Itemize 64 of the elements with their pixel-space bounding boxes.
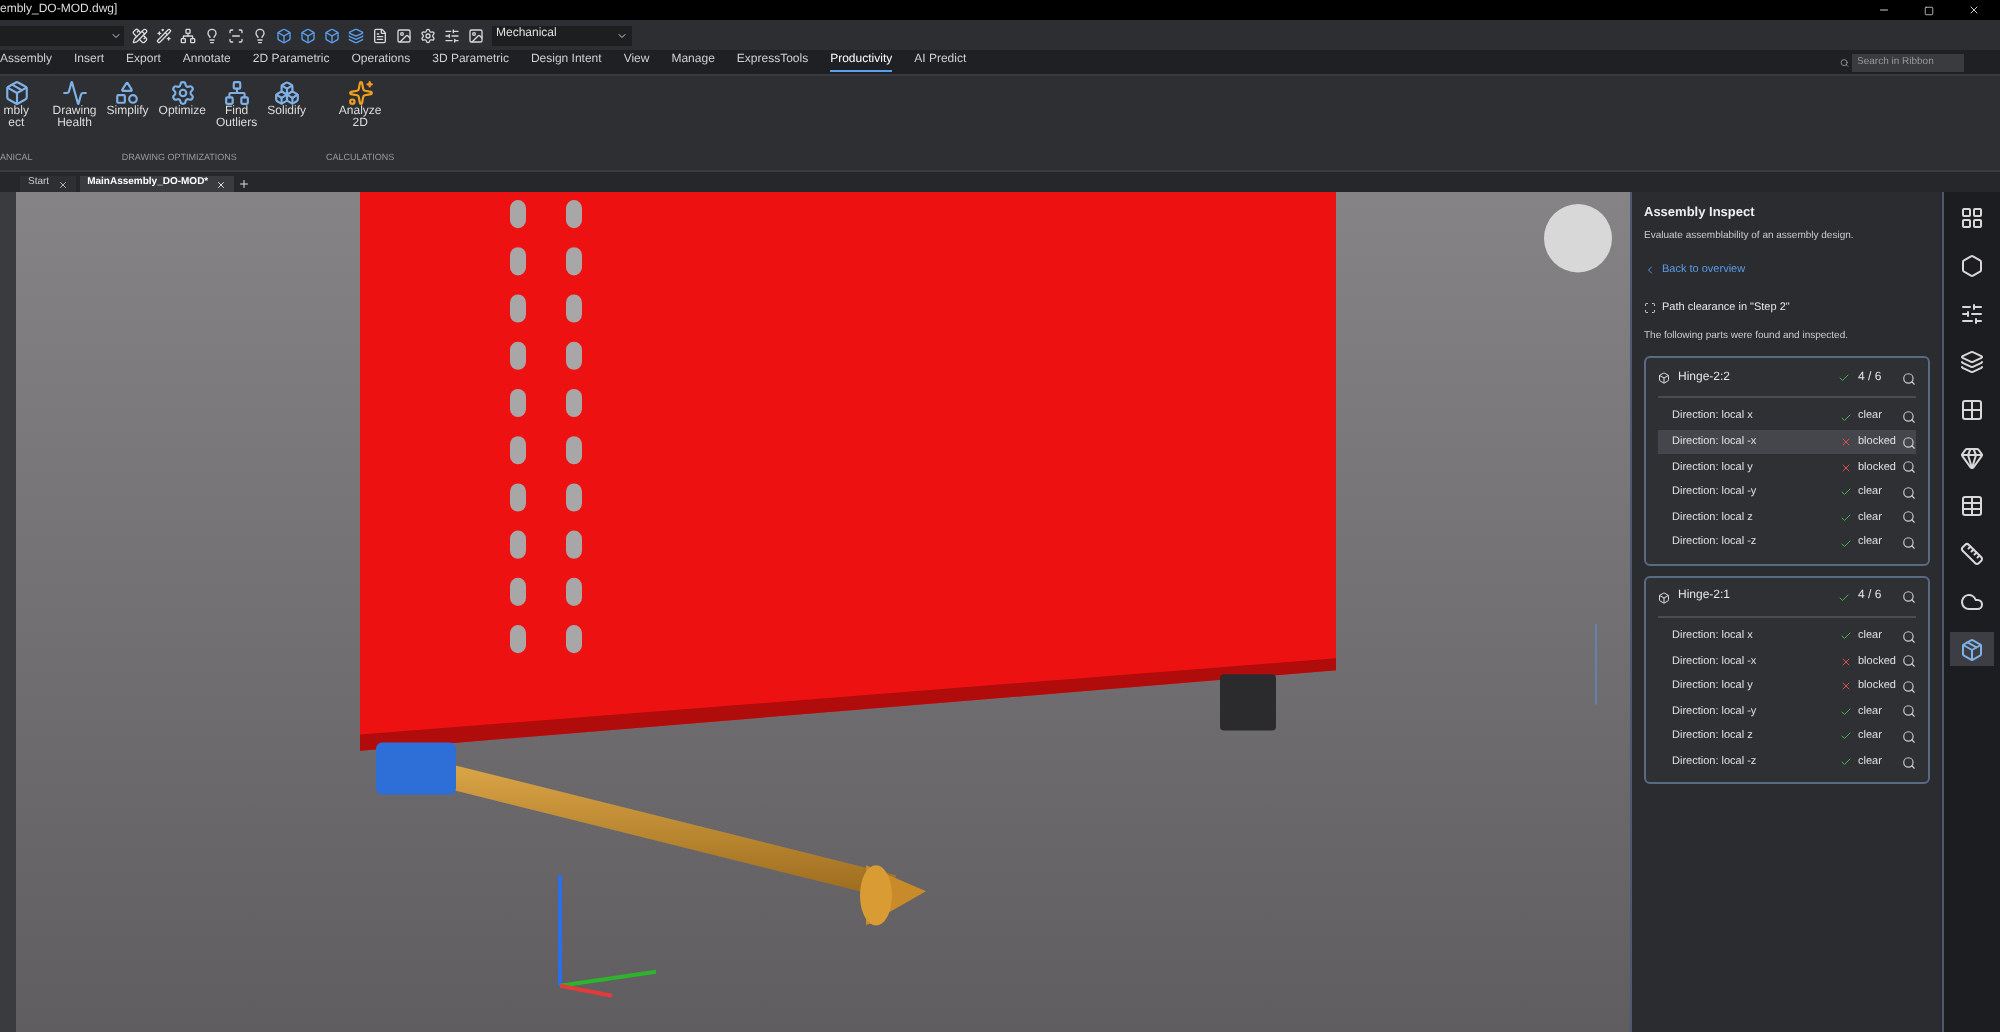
- tool-icon: [1960, 541, 1984, 565]
- check-icon: [1838, 591, 1850, 604]
- toolbar-icon[interactable]: [300, 27, 316, 43]
- toolbar-icon[interactable]: [444, 27, 460, 43]
- cube-icon: [1658, 372, 1670, 385]
- search-icon: [1840, 57, 1850, 67]
- cross-icon: [1840, 655, 1852, 668]
- toolbar-icon[interactable]: [372, 27, 388, 43]
- toolbar-icon[interactable]: [420, 27, 436, 43]
- restore-icon[interactable]: [1924, 5, 1934, 15]
- zoom-icon[interactable]: [1902, 435, 1916, 450]
- tool-icon: [114, 80, 141, 106]
- toolbar-icon[interactable]: [156, 27, 172, 43]
- tool-icon: [1960, 589, 1984, 613]
- caret-icon: [616, 29, 628, 41]
- tool-icon: [273, 80, 300, 106]
- zoom-icon[interactable]: [1902, 536, 1916, 551]
- tool-icon: [1960, 253, 1984, 277]
- check-icon: [1838, 372, 1850, 385]
- toolbar-icon[interactable]: [228, 27, 244, 43]
- tool-icon: [1960, 205, 1984, 229]
- toolbar-icon[interactable]: [252, 27, 268, 43]
- tool-icon: [347, 80, 374, 106]
- toolbar-icon[interactable]: [324, 27, 340, 43]
- zoom-icon[interactable]: [1902, 460, 1916, 475]
- toolbar-icon[interactable]: [468, 27, 484, 43]
- toolbar-icon[interactable]: [396, 27, 412, 43]
- cube-icon: [1658, 591, 1670, 604]
- zoom-icon[interactable]: [1902, 729, 1916, 744]
- caret-icon: [110, 29, 122, 41]
- zoom-icon[interactable]: [1902, 485, 1916, 500]
- close-icon[interactable]: [1968, 4, 1980, 16]
- zoom-icon[interactable]: [1902, 704, 1916, 719]
- check-icon: [1840, 411, 1852, 424]
- zoom-icon[interactable]: [1902, 590, 1916, 605]
- zoom-icon[interactable]: [1902, 654, 1916, 669]
- tool-icon: [169, 80, 196, 106]
- zoom-icon[interactable]: [1902, 510, 1916, 525]
- tool-icon: [1960, 349, 1984, 373]
- zoom-icon[interactable]: [1902, 371, 1916, 386]
- toolbar-icon[interactable]: [132, 27, 148, 43]
- zoom-icon[interactable]: [1902, 629, 1916, 644]
- check-icon: [1840, 630, 1852, 643]
- tool-icon: [61, 80, 88, 106]
- chevron-icon: [1644, 264, 1656, 277]
- new-tab-icon[interactable]: [238, 178, 251, 190]
- zoom-icon[interactable]: [1902, 410, 1916, 425]
- cross-icon: [1840, 680, 1852, 693]
- tool-icon: [223, 80, 250, 106]
- toolbar-icon[interactable]: [348, 27, 364, 43]
- tool-icon: [1960, 397, 1984, 421]
- toolbar-icon[interactable]: [204, 27, 220, 43]
- minimize-icon[interactable]: [1878, 4, 1890, 16]
- tool-icon: [1960, 493, 1984, 517]
- cross-icon: [1840, 461, 1852, 474]
- tool-icon: [1960, 301, 1984, 325]
- toolbar-icon[interactable]: [276, 27, 292, 43]
- zoom-icon[interactable]: [1902, 679, 1916, 694]
- zoom-icon[interactable]: [1902, 755, 1916, 770]
- toolbar-icon[interactable]: [180, 27, 196, 43]
- tool-icon: [1960, 637, 1984, 661]
- tool-icon: [1960, 445, 1984, 469]
- tool-icon: [3, 80, 30, 106]
- cross-icon: [1840, 436, 1852, 449]
